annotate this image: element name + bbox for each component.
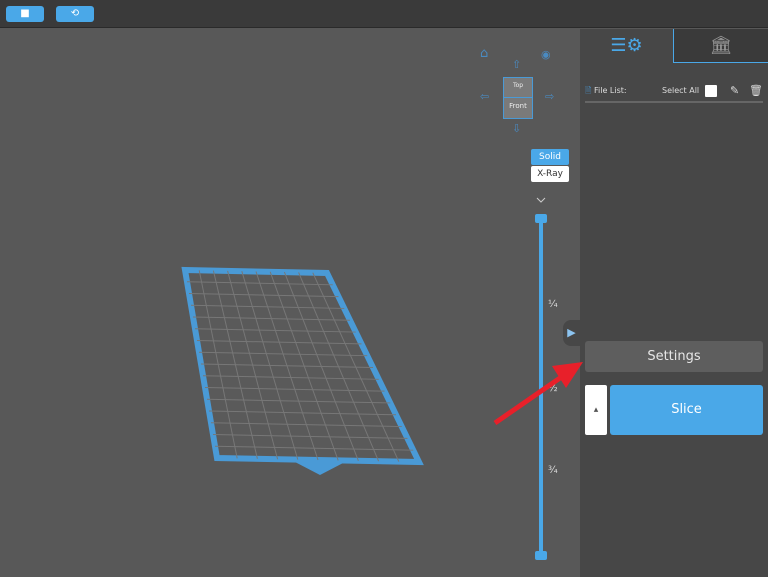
- slice-button[interactable]: Slice: [610, 385, 763, 435]
- select-all-label: Select All: [662, 86, 700, 95]
- view-cube-front[interactable]: Front: [504, 97, 532, 110]
- trash-icon[interactable]: 🗑: [749, 83, 763, 99]
- rotate-left-icon[interactable]: ⇦: [480, 90, 489, 103]
- xray-view-button[interactable]: X-Ray: [531, 166, 569, 182]
- layer-slider-bottom-handle: [535, 551, 547, 560]
- eye-icon[interactable]: ◉: [541, 48, 551, 61]
- slice-options-button[interactable]: ▴: [585, 385, 607, 435]
- slider-mark-half: ½: [548, 383, 558, 394]
- rotate-down-icon[interactable]: ⇩: [512, 122, 521, 135]
- settings-button[interactable]: Settings: [585, 341, 763, 372]
- right-panel: ☰⚙ 🏛 🗎 File List: Select All ✎ 🗑: [580, 29, 768, 577]
- view-cube-top[interactable]: Top: [504, 82, 532, 89]
- slider-mark-quarter: ¼: [548, 299, 558, 310]
- build-plate: [181, 197, 547, 560]
- tab-settings-list[interactable]: ☰⚙: [580, 29, 673, 63]
- solid-view-button[interactable]: Solid: [531, 149, 569, 165]
- file-list-header: 🗎 File List: Select All ✎ 🗑: [585, 83, 763, 103]
- rotate-up-icon[interactable]: ⇧: [512, 58, 521, 71]
- settings-list-icon: ☰⚙: [610, 35, 643, 56]
- collapse-panel-toggle[interactable]: ▶: [563, 320, 580, 346]
- home-icon[interactable]: ⌂: [480, 46, 488, 61]
- edit-icon[interactable]: ✎: [730, 83, 739, 99]
- view-cube[interactable]: Top Front: [503, 77, 533, 119]
- slider-mark-three-quarter: ¾: [548, 465, 558, 476]
- chevron-down-icon: [536, 197, 546, 203]
- layer-slider-top-handle: [535, 214, 547, 223]
- plate-front-marker: [295, 462, 345, 475]
- rotate-right-icon[interactable]: ⇨: [545, 90, 554, 103]
- file-icon: 🗎: [585, 86, 592, 95]
- select-all-checkbox[interactable]: [705, 85, 717, 97]
- file-list-label: File List:: [593, 86, 627, 95]
- printer-building-icon: 🏛: [709, 35, 733, 56]
- tab-printer[interactable]: 🏛: [673, 29, 768, 63]
